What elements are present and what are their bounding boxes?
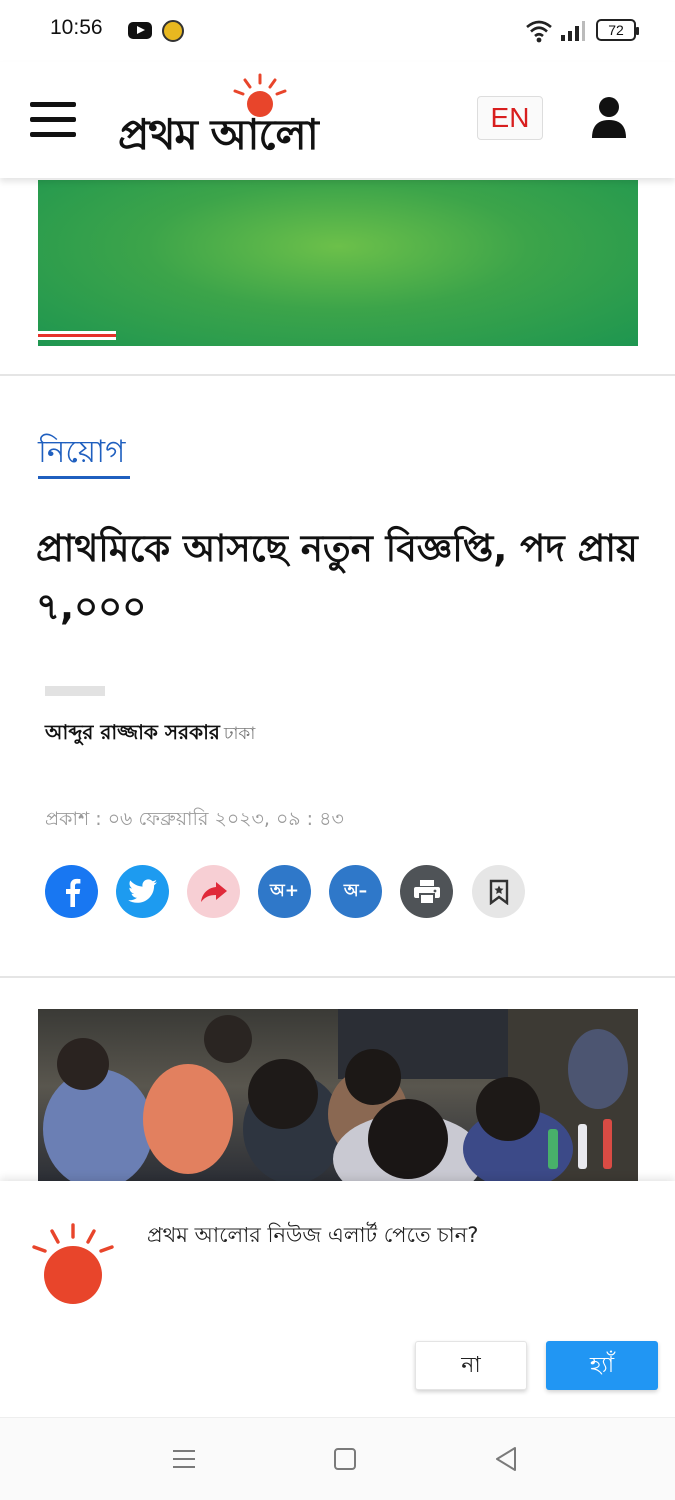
logo-text: প্রথম আলো — [118, 110, 319, 159]
site-logo[interactable]: প্রথম আলো — [118, 72, 418, 162]
back-icon[interactable] — [494, 1446, 518, 1472]
font-increase-button[interactable]: অ+ — [258, 865, 311, 918]
signal-icon — [561, 21, 585, 41]
home-icon[interactable] — [334, 1448, 356, 1470]
twitter-share-button[interactable] — [116, 865, 169, 918]
ad-flag-stripe — [38, 331, 116, 340]
print-icon — [413, 879, 440, 905]
decline-button[interactable]: না — [415, 1341, 527, 1390]
category-link[interactable]: নিয়োগ — [38, 428, 125, 480]
user-icon[interactable] — [590, 96, 628, 138]
print-button[interactable] — [400, 865, 453, 918]
app-notification-icon — [162, 20, 184, 42]
divider — [0, 374, 675, 376]
author-location: ঢাকা — [223, 724, 256, 744]
facebook-share-button[interactable] — [45, 865, 98, 918]
recent-apps-icon[interactable] — [172, 1448, 196, 1470]
language-en-button[interactable]: EN — [477, 96, 543, 140]
twitter-icon — [127, 878, 157, 903]
divider — [0, 976, 675, 978]
author-separator — [45, 686, 105, 696]
notification-prompt: প্রথম আলোর নিউজ এলার্ট পেতে চান? না হ্যা… — [0, 1181, 675, 1417]
byline: আব্দুর রাজ্জাক সরকার ঢাকা — [45, 718, 255, 751]
font-decrease-button[interactable]: অ– — [329, 865, 382, 918]
article-headline: প্রাথমিকে আসছে নতুন বিজ্ঞপ্তি, পদ প্রায়… — [36, 527, 638, 628]
article-photo — [38, 1009, 638, 1181]
youtube-icon — [128, 22, 152, 39]
accept-button[interactable]: হ্যাঁ — [546, 1341, 658, 1390]
share-toolbar: অ+ অ– — [45, 865, 545, 919]
category-underline — [38, 476, 130, 479]
author-name[interactable]: আব্দুর রাজ্জাক সরকার — [45, 720, 220, 744]
bookmark-button[interactable] — [472, 865, 525, 918]
prothom-alo-sun-icon — [32, 1223, 114, 1304]
status-time: 10:56 — [50, 16, 103, 39]
bookmark-icon — [489, 879, 508, 905]
share-button[interactable] — [187, 865, 240, 918]
wifi-icon — [526, 20, 552, 43]
system-navigation-bar — [0, 1417, 675, 1500]
photo-illustration — [43, 1009, 638, 1181]
battery-icon: 72 — [596, 19, 639, 41]
site-header: প্রথম আলো EN — [0, 62, 675, 178]
publish-date: প্রকাশ : ০৬ ফেব্রুয়ারি ২০২৩, ০৯ : ৪৩ — [45, 808, 344, 830]
advertisement-banner[interactable] — [38, 180, 638, 346]
status-bar: 10:56 72 — [0, 0, 675, 62]
facebook-icon — [65, 878, 80, 907]
notification-question: প্রথম আলোর নিউজ এলার্ট পেতে চান? — [147, 1223, 479, 1247]
share-icon — [200, 881, 227, 902]
menu-icon[interactable] — [30, 102, 76, 138]
